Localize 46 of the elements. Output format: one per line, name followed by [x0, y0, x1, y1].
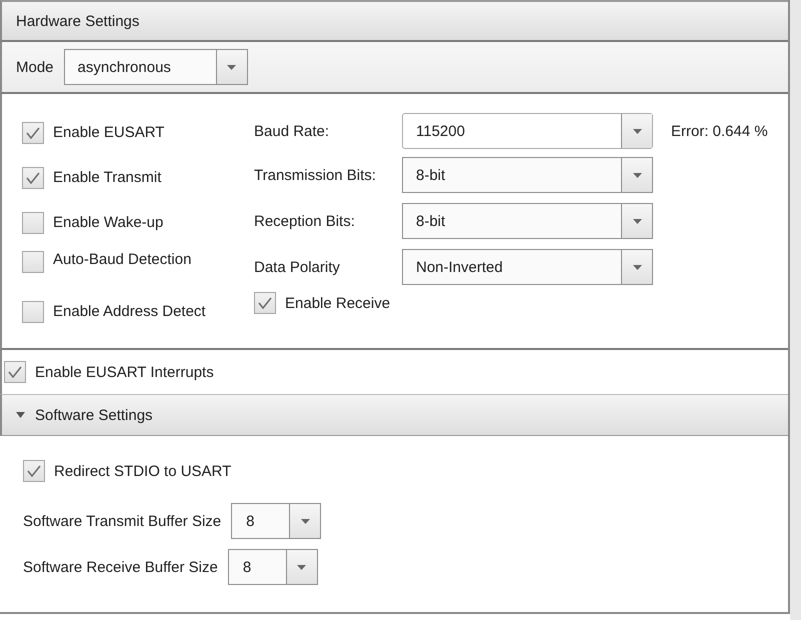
checkmark-icon: [8, 366, 22, 378]
dropdown[interactable]: 8-bit: [402, 203, 653, 239]
checkbox-label: Auto-Baud Detection: [53, 251, 192, 268]
dropdown[interactable]: 8: [231, 503, 322, 539]
mode-label: Mode: [16, 58, 54, 76]
checkmark-icon: [26, 172, 40, 184]
dropdown-arrow-icon: [297, 564, 306, 570]
field-label: Data Polarity: [254, 258, 341, 276]
field-label: Reception Bits:: [254, 212, 356, 230]
field-label: Baud Rate:: [254, 122, 330, 140]
field-label: Transmission Bits:: [254, 166, 377, 184]
section-title: Hardware Settings: [16, 12, 140, 30]
checkmark-icon: [26, 126, 40, 138]
field-label: Software Transmit Buffer Size: [23, 512, 222, 530]
checkbox[interactable]: [22, 251, 44, 273]
checkbox[interactable]: [22, 166, 44, 188]
checkmark-icon: [258, 297, 272, 309]
dropdown-arrow-icon: [227, 64, 236, 70]
checkbox-label: Enable Receive: [285, 294, 390, 312]
checkbox[interactable]: [22, 300, 44, 322]
checkbox-label: Enable Transmit: [53, 169, 162, 186]
checkbox[interactable]: [4, 361, 26, 383]
field-label: Software Receive Buffer Size: [23, 558, 218, 576]
checkbox-label: Enable EUSART: [53, 124, 164, 141]
checkbox-label: Enable Address Detect: [53, 303, 206, 320]
section-header[interactable]: Software Settings: [0, 394, 788, 436]
dropdown-arrow-icon: [632, 218, 642, 224]
dropdown[interactable]: Non-Inverted: [402, 249, 653, 285]
checkbox-label: Enable Wake-up: [53, 214, 164, 231]
checkbox[interactable]: [23, 460, 45, 482]
checkbox[interactable]: [254, 292, 276, 314]
error-text: Error: 0.644 %: [671, 122, 768, 140]
section-title: Software Settings: [35, 406, 153, 424]
dropdown[interactable]: 115200: [402, 113, 653, 149]
checkbox[interactable]: [22, 122, 44, 144]
dropdown-arrow-icon: [300, 518, 310, 524]
checkbox-label: Redirect STDIO to USART: [54, 462, 232, 480]
dropdown-arrow-icon: [632, 128, 642, 134]
checkmark-icon: [27, 465, 41, 477]
dropdown[interactable]: 8: [228, 549, 318, 585]
checkbox[interactable]: [22, 212, 44, 234]
mode-dropdown[interactable]: asynchronous: [64, 49, 248, 85]
dropdown-arrow-icon: [632, 172, 642, 178]
dropdown-arrow-icon: [632, 264, 642, 270]
checkbox-label: Enable EUSART Interrupts: [35, 364, 214, 380]
dropdown[interactable]: 8-bit: [402, 157, 653, 193]
